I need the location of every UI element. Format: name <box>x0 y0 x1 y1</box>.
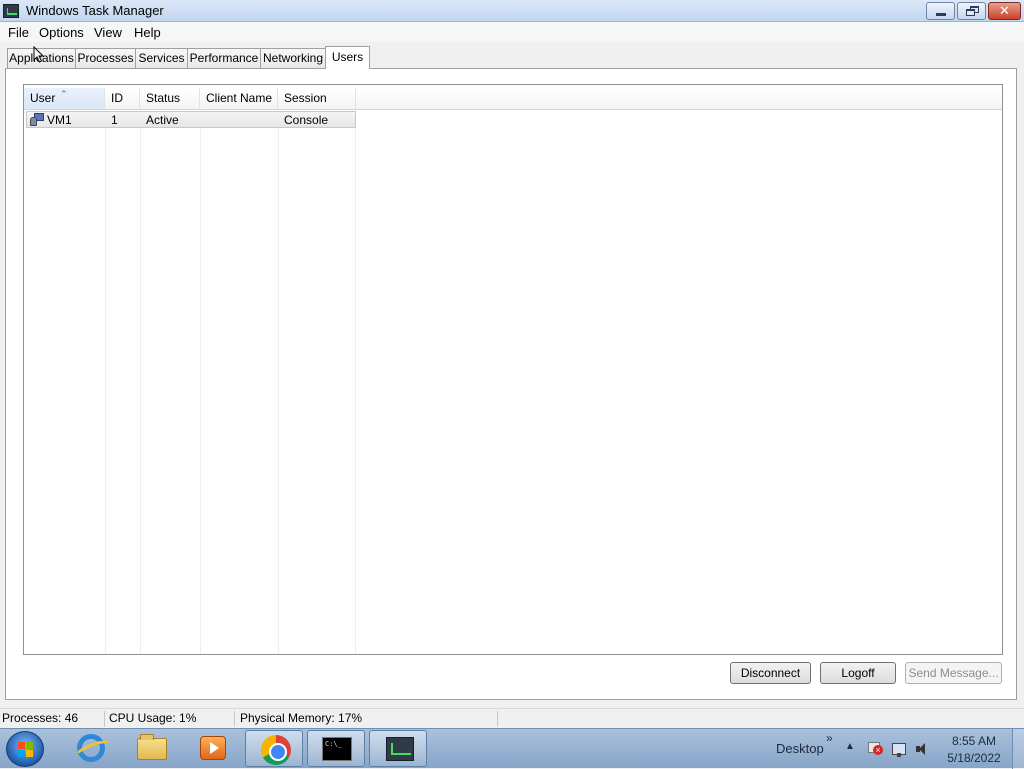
column-header-session[interactable]: Session <box>278 88 356 110</box>
show-desktop-button[interactable] <box>1012 729 1024 769</box>
users-list[interactable]: User ⌃ ID Status Client Name Session VM1… <box>23 84 1003 655</box>
menu-options[interactable]: Options <box>39 25 84 40</box>
tab-networking[interactable]: Networking <box>260 48 326 68</box>
minimize-button[interactable] <box>926 2 955 20</box>
clock-time[interactable]: 8:55 AM <box>949 734 999 748</box>
minimize-icon <box>936 13 946 16</box>
close-button[interactable]: ✕ <box>988 2 1021 20</box>
sort-ascending-icon: ⌃ <box>60 89 68 99</box>
tab-processes[interactable]: Processes <box>75 48 136 68</box>
cell-session: Console <box>284 113 329 127</box>
chevron-right-icon[interactable]: » <box>826 731 833 745</box>
menu-bar: File Options View Help <box>0 22 1024 42</box>
user-icon-person <box>30 117 37 126</box>
cell-id: 1 <box>111 113 118 127</box>
table-row[interactable]: VM1 1 Active Console <box>26 111 356 128</box>
menu-file[interactable]: File <box>8 25 29 40</box>
taskbar-command-prompt[interactable]: C:\_ <box>307 730 365 767</box>
restore-button[interactable] <box>957 2 986 20</box>
status-cpu-usage: CPU Usage: 1% <box>109 711 197 725</box>
internet-explorer-icon <box>77 734 105 762</box>
status-physical-memory: Physical Memory: 17% <box>240 711 363 725</box>
logoff-button[interactable]: Logoff <box>820 662 896 684</box>
column-gridline <box>278 110 279 654</box>
column-gridline <box>200 110 201 654</box>
network-icon[interactable] <box>891 741 907 757</box>
file-explorer-icon <box>137 734 167 760</box>
taskbar: C:\_ Desktop » ▲ 8:55 AM 5/18/2022 <box>0 728 1024 769</box>
start-button[interactable] <box>6 731 44 767</box>
action-center-flag-icon[interactable] <box>866 741 883 757</box>
tab-performance[interactable]: Performance <box>187 48 261 68</box>
column-gridline <box>105 110 106 654</box>
column-header-user-label: User <box>30 91 56 105</box>
column-header-client-name[interactable]: Client Name <box>200 88 278 110</box>
clock-date[interactable]: 5/18/2022 <box>946 751 1002 765</box>
column-header-user[interactable]: User ⌃ <box>24 88 105 110</box>
title-bar: Windows Task Manager ✕ <box>0 0 1024 22</box>
disconnect-button[interactable]: Disconnect <box>730 662 811 684</box>
send-message-button[interactable]: Send Message... <box>905 662 1002 684</box>
status-divider <box>104 711 105 727</box>
tab-users[interactable]: Users <box>325 46 370 69</box>
close-icon: ✕ <box>999 3 1010 18</box>
command-prompt-icon: C:\_ <box>322 737 352 761</box>
taskbar-chrome[interactable] <box>245 730 303 767</box>
column-gridline <box>355 110 356 654</box>
taskbar-internet-explorer[interactable] <box>61 730 119 767</box>
taskbar-task-manager[interactable] <box>369 730 427 767</box>
cell-status: Active <box>146 113 179 127</box>
header-filler <box>356 88 1002 110</box>
taskbar-file-explorer[interactable] <box>122 730 180 767</box>
mouse-cursor-icon <box>33 46 45 63</box>
column-gridline <box>140 110 141 654</box>
task-manager-icon <box>3 4 19 18</box>
desktop-toolbar-label[interactable]: Desktop <box>776 741 824 756</box>
restore-icon-back <box>966 9 975 16</box>
status-divider <box>497 711 498 727</box>
status-processes: Processes: 46 <box>2 711 79 725</box>
column-header-id[interactable]: ID <box>105 88 140 110</box>
user-computer-icon <box>30 113 44 126</box>
status-divider <box>234 711 235 727</box>
column-header-status[interactable]: Status <box>140 88 200 110</box>
status-bar: Processes: 46 CPU Usage: 1% Physical Mem… <box>0 708 1024 728</box>
tab-services[interactable]: Services <box>135 48 188 68</box>
command-prompt-glyph: C:\_ <box>325 740 342 748</box>
cell-user: VM1 <box>47 113 72 127</box>
media-player-icon <box>200 736 226 760</box>
volume-icon[interactable] <box>915 741 931 757</box>
window-title: Windows Task Manager <box>26 3 164 18</box>
menu-view[interactable]: View <box>94 25 122 40</box>
task-manager-icon <box>386 737 414 761</box>
chrome-icon <box>261 735 291 765</box>
taskbar-media-player[interactable] <box>183 730 241 767</box>
show-hidden-icons-icon[interactable]: ▲ <box>845 741 855 752</box>
menu-help[interactable]: Help <box>134 25 161 40</box>
